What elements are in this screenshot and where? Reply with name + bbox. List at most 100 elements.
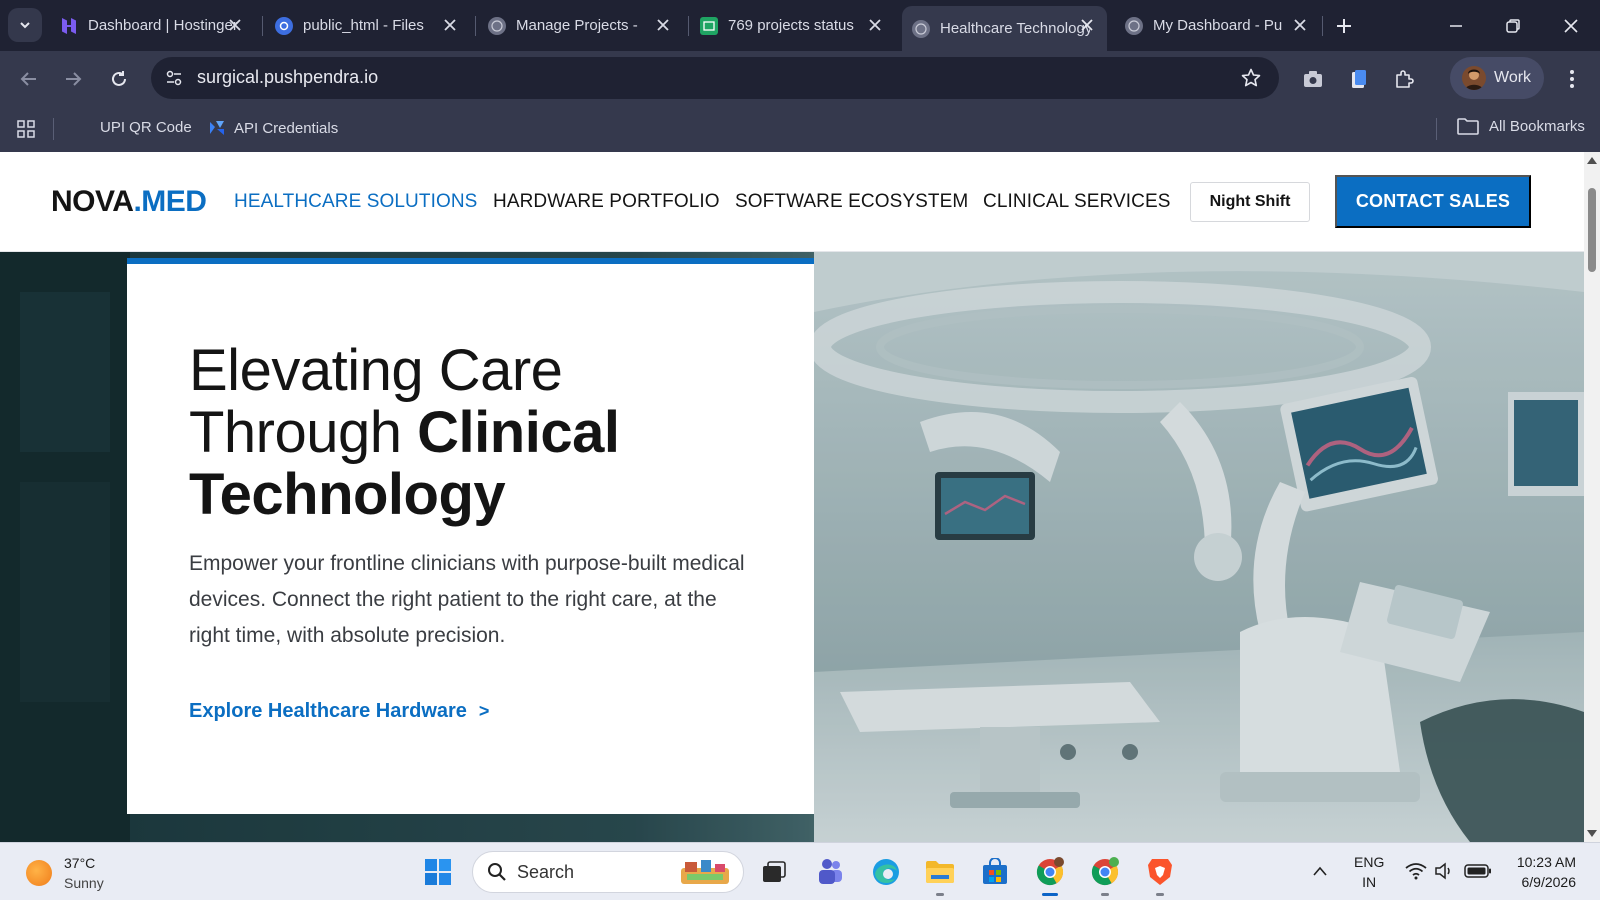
tab-title: public_html - Files: [303, 17, 424, 34]
logo-accent-text: .MED: [133, 185, 207, 218]
chrome-secondary-button[interactable]: [1087, 854, 1123, 896]
extensions-button[interactable]: [1390, 65, 1418, 93]
tab-separator: [475, 16, 476, 36]
scrollbar-thumb[interactable]: [1588, 188, 1596, 272]
taskbar-search-box[interactable]: Search: [472, 851, 744, 893]
site-info-icon[interactable]: [163, 67, 185, 89]
search-placeholder: Search: [517, 861, 575, 882]
microsoft-store-button[interactable]: [977, 854, 1013, 890]
edge-button[interactable]: [868, 854, 904, 890]
arrow-left-icon: [20, 72, 36, 86]
bookmark-star-icon[interactable]: [1239, 66, 1263, 90]
teams-button[interactable]: [812, 854, 848, 890]
language-region: IN: [1362, 874, 1377, 890]
weather-temperature: 37°C: [64, 855, 96, 871]
globe-icon: [1125, 16, 1143, 35]
page-scrollbar[interactable]: [1584, 152, 1600, 842]
apps-button[interactable]: [14, 117, 38, 141]
sun-icon: [26, 860, 52, 886]
scroll-down-arrow-icon[interactable]: [1587, 829, 1597, 839]
nav-software-ecosystem[interactable]: SOFTWARE ECOSYSTEM: [735, 191, 968, 213]
restore-icon: [1506, 19, 1520, 33]
all-bookmarks-button[interactable]: All Bookmarks: [1457, 117, 1585, 135]
close-icon[interactable]: [867, 17, 883, 33]
globe-icon: [488, 16, 506, 35]
scroll-up-arrow-icon[interactable]: [1587, 155, 1597, 165]
wifi-icon[interactable]: [1405, 860, 1427, 882]
back-button[interactable]: [14, 64, 44, 94]
close-icon[interactable]: [655, 17, 671, 33]
tab-projects-status[interactable]: 769 projects status: [690, 6, 895, 45]
chrome-work-button[interactable]: [1032, 854, 1068, 896]
bookmarks-separator: [53, 118, 54, 140]
tab-separator: [262, 16, 263, 36]
puzzle-icon: [1396, 70, 1414, 88]
hero-title-emphasis: Clinical: [417, 400, 620, 465]
language-indicator[interactable]: ENG IN: [1354, 852, 1384, 892]
logo-main-text: NOVA: [51, 185, 134, 218]
browser-menu-button[interactable]: [1560, 65, 1584, 93]
hero-title: Elevating Care Through Clinical Technolo…: [189, 340, 789, 526]
reload-icon: [112, 71, 126, 86]
bookmark-api-credentials[interactable]: API Credentials: [208, 119, 338, 137]
nav-clinical-services[interactable]: CLINICAL SERVICES: [983, 191, 1171, 213]
close-icon[interactable]: [442, 17, 458, 33]
spreadsheet-icon: [700, 16, 718, 35]
start-button[interactable]: [420, 854, 456, 890]
tab-separator: [688, 16, 689, 36]
volume-icon[interactable]: [1434, 860, 1456, 882]
minimize-button[interactable]: [1442, 12, 1470, 40]
profile-label: Work: [1494, 69, 1532, 86]
brave-browser-button[interactable]: [1142, 854, 1178, 896]
tab-files[interactable]: public_html - Files: [265, 6, 470, 45]
teams-icon: [819, 859, 842, 884]
bookmark-upi-qr-code[interactable]: UPI QR Code: [100, 119, 192, 136]
tab-manage-projects[interactable]: Manage Projects -: [478, 6, 683, 45]
clipboard-extension-button[interactable]: [1345, 65, 1373, 93]
chevron-right-icon: >: [478, 701, 490, 721]
explore-hardware-link[interactable]: Explore Healthcare Hardware >: [189, 700, 489, 723]
tab-title: Healthcare Technology: [940, 20, 1090, 37]
avatar: [1462, 66, 1486, 90]
tab-separator: [1322, 16, 1323, 36]
reload-button[interactable]: [104, 64, 134, 94]
forward-button[interactable]: [58, 64, 88, 94]
nav-hardware-portfolio[interactable]: HARDWARE PORTFOLIO: [493, 191, 720, 213]
file-explorer-button[interactable]: [922, 854, 958, 896]
arrow-right-icon: [66, 72, 82, 86]
close-window-button[interactable]: [1557, 12, 1585, 40]
profile-button[interactable]: Work: [1450, 57, 1544, 99]
site-header: NOVA.MED HEALTHCARE SOLUTIONS HARDWARE P…: [0, 152, 1584, 252]
nav-healthcare-solutions[interactable]: HEALTHCARE SOLUTIONS: [234, 191, 477, 213]
folder-icon: [1457, 118, 1479, 135]
close-icon[interactable]: [227, 17, 243, 33]
windows-taskbar: 37°C Sunny Search ENG IN 10:23 AM 6/9/20…: [0, 842, 1600, 900]
running-indicator: [1042, 893, 1058, 896]
tab-search-button[interactable]: [8, 8, 42, 42]
screenshot-extension-button[interactable]: [1299, 65, 1327, 93]
restore-button[interactable]: [1499, 12, 1527, 40]
tab-title: Manage Projects -: [516, 17, 638, 34]
hero-title-line-2: Through: [189, 400, 418, 465]
system-clock[interactable]: 10:23 AM 6/9/2026: [1510, 852, 1576, 892]
night-shift-button[interactable]: Night Shift: [1190, 182, 1310, 222]
tab-title: 769 projects status: [728, 17, 854, 34]
battery-icon[interactable]: [1464, 860, 1492, 882]
task-view-button[interactable]: [756, 854, 792, 890]
tab-my-dashboard[interactable]: My Dashboard - Pu: [1115, 6, 1320, 45]
page-viewport: NOVA.MED HEALTHCARE SOLUTIONS HARDWARE P…: [0, 152, 1584, 842]
browser-toolbar: surgical.pushpendra.io Work: [0, 51, 1600, 106]
tab-healthcare-technology[interactable]: Healthcare Technology: [902, 6, 1107, 51]
bookmarks-separator: [1436, 118, 1437, 140]
show-hidden-icons-button[interactable]: [1310, 861, 1330, 881]
weather-condition: Sunny: [64, 875, 104, 891]
contact-sales-button[interactable]: CONTACT SALES: [1335, 175, 1531, 228]
new-tab-button[interactable]: [1330, 12, 1358, 40]
site-logo[interactable]: NOVA.MED: [51, 185, 207, 219]
tab-hostinger[interactable]: Dashboard | Hostinger: [50, 6, 255, 45]
weather-widget[interactable]: 37°C Sunny: [26, 853, 104, 893]
close-icon[interactable]: [1292, 17, 1308, 33]
address-bar[interactable]: surgical.pushpendra.io: [151, 57, 1279, 99]
tab-title: Dashboard | Hostinger: [88, 17, 238, 34]
close-icon[interactable]: [1079, 17, 1095, 33]
